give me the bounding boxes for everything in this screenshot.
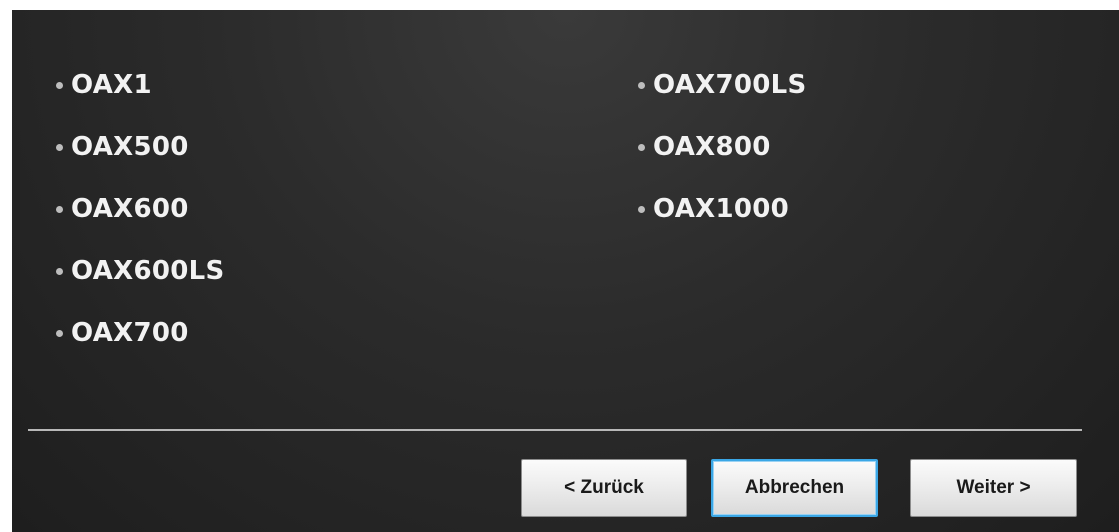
back-button[interactable]: < Zurück	[521, 459, 687, 517]
bullet-icon	[56, 267, 63, 275]
model-list: OAX1 OAX500 OAX600 OAX600LS OAX700 OAX70…	[12, 10, 1119, 410]
list-item: OAX700	[56, 302, 225, 364]
list-item: OAX700LS	[638, 54, 807, 116]
list-item: OAX600	[56, 178, 225, 240]
cancel-button[interactable]: Abbrechen	[711, 459, 878, 517]
footer-divider	[28, 429, 1082, 431]
bullet-icon	[638, 81, 645, 89]
model-list-left-column: OAX1 OAX500 OAX600 OAX600LS OAX700	[56, 54, 225, 364]
model-name: OAX1	[71, 70, 152, 100]
model-name: OAX800	[653, 132, 771, 162]
list-item: OAX600LS	[56, 240, 225, 302]
model-name: OAX500	[71, 132, 189, 162]
bullet-icon	[56, 143, 63, 151]
model-list-right-column: OAX700LS OAX800 OAX1000	[638, 54, 807, 240]
bullet-icon	[56, 81, 63, 89]
model-name: OAX600LS	[71, 256, 225, 286]
model-name: OAX600	[71, 194, 189, 224]
model-name: OAX700LS	[653, 70, 807, 100]
installer-window: OAX1 OAX500 OAX600 OAX600LS OAX700 OAX70…	[12, 10, 1119, 532]
list-item: OAX1000	[638, 178, 807, 240]
bullet-icon	[638, 205, 645, 213]
model-name: OAX1000	[653, 194, 790, 224]
bullet-icon	[56, 205, 63, 213]
bullet-icon	[56, 329, 63, 337]
list-item: OAX800	[638, 116, 807, 178]
list-item: OAX500	[56, 116, 225, 178]
bullet-icon	[638, 143, 645, 151]
model-name: OAX700	[71, 318, 189, 348]
next-button[interactable]: Weiter >	[910, 459, 1077, 517]
list-item: OAX1	[56, 54, 225, 116]
